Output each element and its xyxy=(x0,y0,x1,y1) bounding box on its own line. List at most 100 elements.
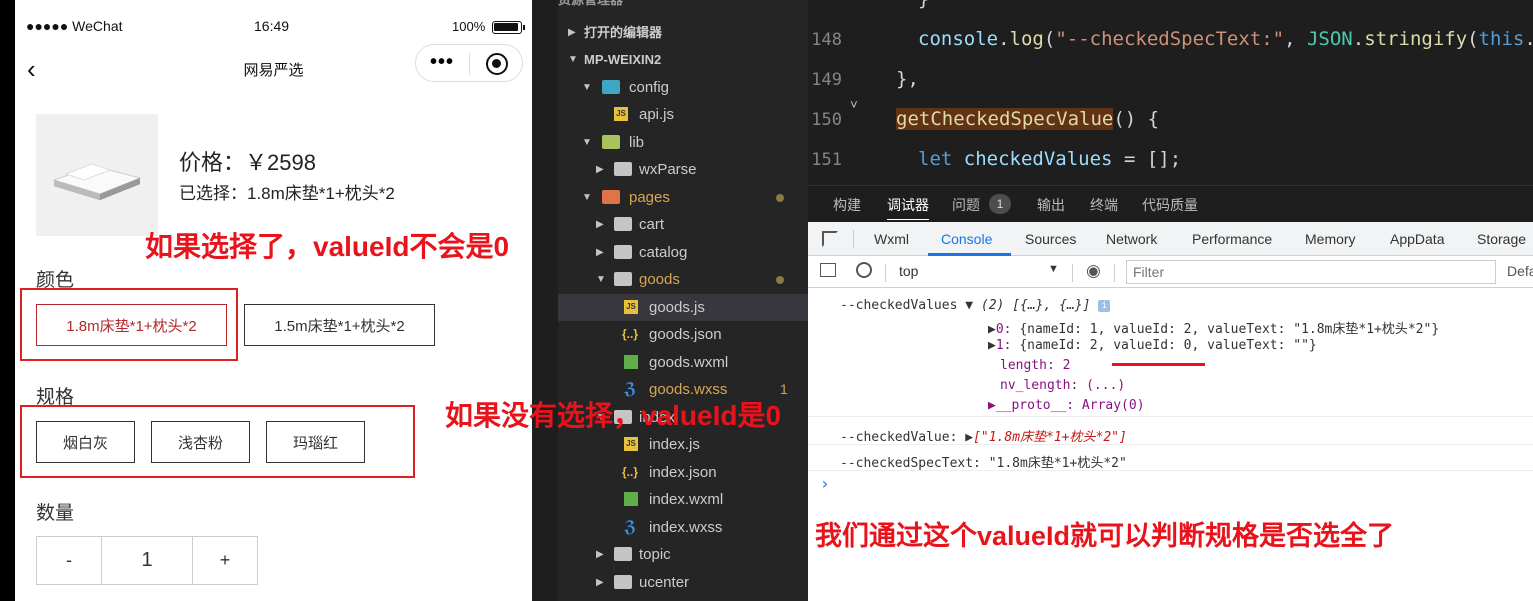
tab-output[interactable]: 输出 xyxy=(1037,195,1065,215)
console-prompt[interactable]: › xyxy=(820,474,830,493)
inspect-element-icon[interactable] xyxy=(822,231,838,247)
console-filter-input[interactable]: Filter xyxy=(1126,260,1496,284)
decrease-button[interactable]: - xyxy=(37,537,102,584)
code-line-151: let checkedValues = []; xyxy=(918,148,1182,170)
tree-item-index-js[interactable]: JS index.js xyxy=(558,431,808,458)
tree-item-label: index.wxml xyxy=(649,491,724,508)
chevron-down-icon: ▼ xyxy=(582,192,592,203)
folder-icon xyxy=(614,547,632,561)
json-file-icon: {..} xyxy=(622,465,639,479)
console-array-item-1[interactable]: ▶1: {nameId: 2, valueId: 0, valueText: "… xyxy=(988,338,1317,353)
context-dropdown-icon[interactable]: ▼ xyxy=(1048,263,1059,275)
console-nv-length[interactable]: nv_length: (...) xyxy=(1000,378,1125,393)
tree-item-index-wxml[interactable]: index.wxml xyxy=(558,486,808,513)
tree-item-config[interactable]: ▼ config xyxy=(558,74,808,101)
tree-item-pages[interactable]: ▼ pages xyxy=(558,184,808,211)
quantity-value[interactable]: 1 xyxy=(102,537,193,584)
problems-count-badge: 1 xyxy=(989,194,1011,214)
project-section[interactable]: ▼ MP-WEIXIN2 xyxy=(558,46,808,73)
tree-item-goods-json[interactable]: {..} goods.json xyxy=(558,321,808,348)
tree-item-index-wxss[interactable]: ℨ index.wxss xyxy=(558,514,808,541)
tab-terminal[interactable]: 终端 xyxy=(1090,195,1118,215)
tree-item-label: index.js xyxy=(649,436,700,453)
battery-percent: 100% xyxy=(452,19,486,34)
close-miniprogram-icon[interactable] xyxy=(486,53,508,75)
battery-icon xyxy=(492,21,522,34)
tree-item-goods[interactable]: ▼ goods xyxy=(558,266,808,293)
tab-debugger[interactable]: 调试器 xyxy=(887,195,929,220)
color-option-2[interactable]: 1.5m床垫*1+枕头*2 xyxy=(244,304,435,346)
tree-item-label: goods xyxy=(639,271,680,288)
tree-item-catalog[interactable]: ▶ catalog xyxy=(558,239,808,266)
tab-problems[interactable]: 问题 xyxy=(952,195,980,215)
chevron-right-icon: ▶ xyxy=(596,164,604,175)
code-editor[interactable]: 148 console.log("--checkedSpecText:", JS… xyxy=(808,0,1533,185)
tree-item-api-js[interactable]: JS api.js xyxy=(558,101,808,128)
wxss-file-icon: ℨ xyxy=(624,381,637,398)
tab-code-quality[interactable]: 代码质量 xyxy=(1142,195,1198,215)
tree-item-label: topic xyxy=(639,546,671,563)
console-proto[interactable]: ▶__proto__: Array(0) xyxy=(988,398,1145,413)
tab-appdata[interactable]: AppData xyxy=(1390,231,1444,247)
increase-button[interactable]: + xyxy=(193,537,257,584)
fold-chevron-icon[interactable]: ˅ xyxy=(850,98,858,113)
chevron-right-icon: ▶ xyxy=(596,247,604,258)
problem-count-badge: 1 xyxy=(780,381,788,397)
file-explorer: 资源管理器 ▶打开的编辑器 ▼MP-WEIXIN2 ▼ config JS ap… xyxy=(532,0,808,601)
tree-item-label: wxParse xyxy=(639,161,697,178)
tree-item-label: pages xyxy=(629,189,670,206)
console-log-line: --checkedSpecText: "1.8m床垫*1+枕头*2" xyxy=(840,456,1127,471)
tree-item-index-json[interactable]: {..} index.json xyxy=(558,459,808,486)
tree-item-label: ucenter xyxy=(639,574,690,591)
tree-item-goods-js[interactable]: JS goods.js xyxy=(558,294,808,321)
eye-icon[interactable]: ◉ xyxy=(1086,261,1101,281)
folder-icon xyxy=(614,272,632,286)
default-levels-dropdown[interactable]: Defa xyxy=(1507,263,1533,279)
console-array-item-0[interactable]: ▶0: {nameId: 1, valueId: 2, valueText: "… xyxy=(988,318,1439,337)
code-line-150: getCheckedSpecValue() { xyxy=(896,108,1160,130)
sidebar-toggle-icon[interactable] xyxy=(820,263,836,277)
tab-sources[interactable]: Sources xyxy=(1025,231,1076,247)
tree-item-topic[interactable]: ▶ topic xyxy=(558,541,808,568)
tab-console[interactable]: Console xyxy=(941,231,992,247)
tab-network[interactable]: Network xyxy=(1106,231,1157,247)
modified-dot-icon xyxy=(776,276,784,284)
toolbar-divider xyxy=(1114,264,1115,282)
tab-build[interactable]: 构建 xyxy=(833,195,861,215)
tree-item-cart[interactable]: ▶ cart xyxy=(558,211,808,238)
battery-tip-icon xyxy=(523,25,525,30)
tab-memory[interactable]: Memory xyxy=(1305,231,1356,247)
annotation-note-conclusion: 我们通过这个valueId就可以判断规格是否选全了 xyxy=(815,521,1395,551)
capsule-divider xyxy=(469,53,470,75)
tree-item-lib[interactable]: ▼ lib xyxy=(558,129,808,156)
tree-item-label: catalog xyxy=(639,244,688,261)
toolbar-divider xyxy=(853,230,854,248)
tree-item-wxparse[interactable]: ▶ wxParse xyxy=(558,156,808,183)
status-bar: ●●●●● WeChat 16:49 100% xyxy=(26,18,526,38)
tree-item-ucenter[interactable]: ▶ ucenter xyxy=(558,569,808,596)
panel-tab-bar: 构建 调试器 问题 1 输出 终端 代码质量 xyxy=(808,185,1533,222)
product-price: 价格：￥2598 xyxy=(179,150,316,175)
context-select[interactable]: top xyxy=(899,263,918,279)
annotation-box-color xyxy=(20,288,238,361)
console-length: length: 2 xyxy=(1000,358,1071,373)
open-editors-section[interactable]: ▶ 打开的编辑器 xyxy=(558,19,808,46)
tab-wxml[interactable]: Wxml xyxy=(874,231,909,247)
annotation-underline xyxy=(1112,363,1205,366)
chevron-right-icon: ▶ xyxy=(596,549,604,560)
chevron-right-icon: ▶ xyxy=(596,577,604,588)
tree-item-label: cart xyxy=(639,216,665,233)
devtools-tab-bar: Wxml Console Sources Network Performance… xyxy=(808,222,1533,256)
more-menu-icon[interactable]: ••• xyxy=(430,51,454,74)
toolbar-divider xyxy=(885,264,886,282)
screenshot-root: ●●●●● WeChat 16:49 100% ‹ 网易严选 ••• 价格：￥2… xyxy=(0,0,1533,601)
quantity-stepper: - 1 + xyxy=(36,536,258,585)
clear-console-icon[interactable] xyxy=(856,262,872,278)
line-number: 148 xyxy=(811,30,842,50)
tab-performance[interactable]: Performance xyxy=(1192,231,1272,247)
chevron-down-icon: ▼ xyxy=(596,274,606,285)
tree-item-goods-wxml[interactable]: goods.wxml xyxy=(558,349,808,376)
tree-item-label: goods.json xyxy=(649,326,722,343)
annotation-note-selected: 如果选择了，valueId不会是0 xyxy=(145,231,510,262)
tab-storage[interactable]: Storage xyxy=(1477,231,1526,247)
